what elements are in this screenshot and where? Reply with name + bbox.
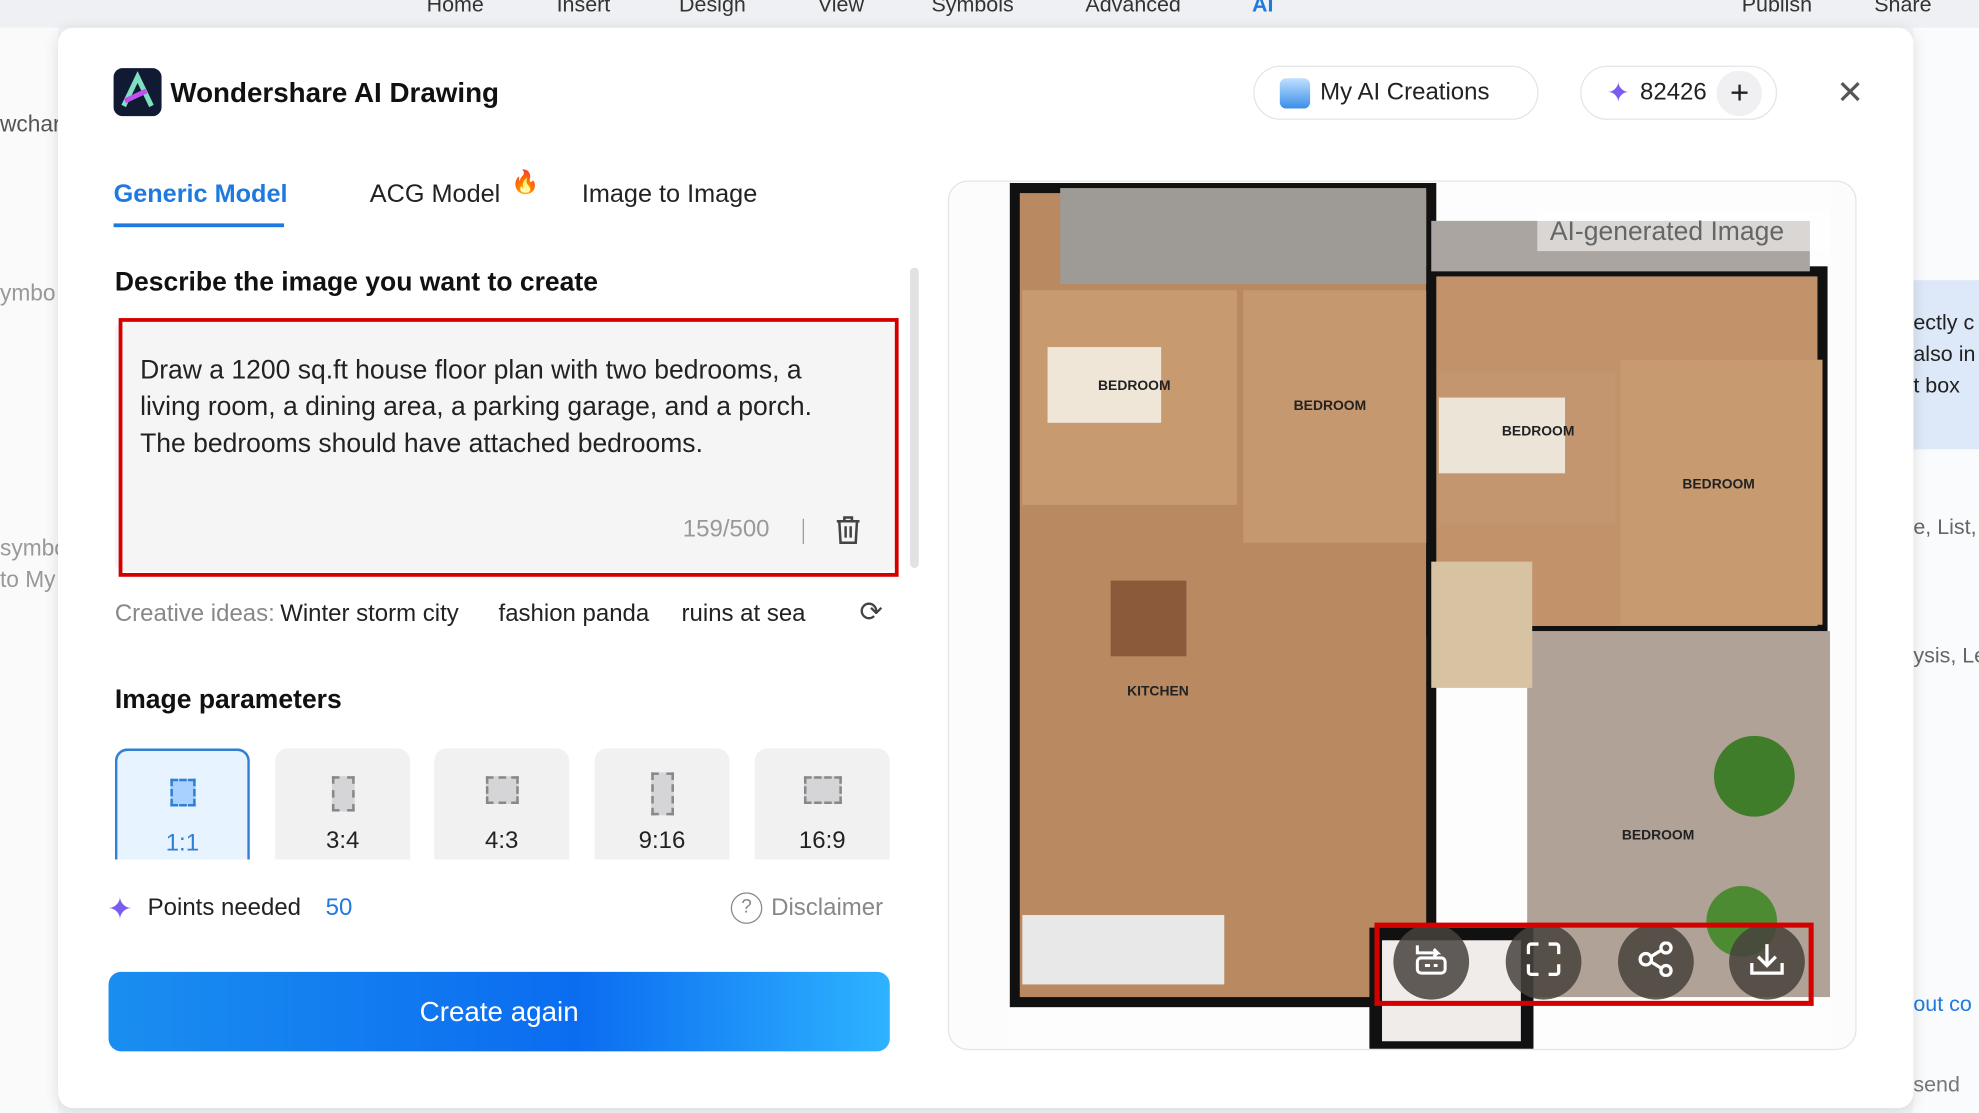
room-label: BEDROOM <box>1502 422 1574 438</box>
gallery-icon <box>1279 77 1311 108</box>
highlight-box <box>118 318 899 577</box>
create-again-button[interactable]: Create again <box>108 971 890 1052</box>
room-label: BEDROOM <box>1098 377 1170 393</box>
menu-ai[interactable]: AI <box>1252 0 1273 18</box>
ratio-3-4[interactable]: 3:4 <box>275 748 411 860</box>
active-tab-indicator <box>113 223 284 228</box>
creative-ideas-label: Creative ideas: <box>114 600 275 628</box>
tab-image-to-image[interactable]: Image to Image <box>582 180 757 209</box>
bg-text: t box <box>1913 373 1960 398</box>
ratio-16-9[interactable]: 16:9 <box>754 748 890 860</box>
sparkle-icon: ✦ <box>1606 76 1630 108</box>
room-label: BEDROOM <box>1622 826 1694 842</box>
dialog-title: Wondershare AI Drawing <box>170 76 500 109</box>
room-label: BEDROOM <box>1682 475 1754 491</box>
app-logo <box>113 68 162 117</box>
sparkle-icon: ✦ <box>107 892 133 927</box>
points-needed-label: Points needed <box>147 894 302 922</box>
bg-text: wchar <box>0 111 61 137</box>
bg-text: ymbo <box>0 280 56 306</box>
ratio-9-16[interactable]: 9:16 <box>594 748 730 860</box>
ratio-label: 1:1 <box>165 830 200 857</box>
points-value: 82426 <box>1640 78 1707 106</box>
bg-text: also in <box>1913 342 1976 367</box>
ratio-label: 4:3 <box>485 827 519 855</box>
bg-text: ectly c <box>1913 310 1975 335</box>
generated-floor-plan-image[interactable]: BEDROOM BEDROOM BEDROOM BEDROOM KITCHEN … <box>1009 183 1831 1049</box>
bg-text: symbo <box>0 535 67 561</box>
menu-advanced[interactable]: Advanced <box>1085 0 1180 18</box>
menu-home[interactable]: Home <box>427 0 484 18</box>
room-label: BEDROOM <box>1294 397 1366 413</box>
ratio-label: 3:4 <box>325 827 360 855</box>
bg-text: send <box>1913 1072 1960 1097</box>
my-ai-creations-label: My AI Creations <box>1320 78 1490 106</box>
bg-text: ysis, Lea <box>1913 643 1979 668</box>
scrollbar[interactable] <box>909 267 919 568</box>
publish-button[interactable]: Publish <box>1742 0 1812 18</box>
tab-acg-model[interactable]: ACG Model <box>370 180 500 209</box>
highlight-box <box>1374 922 1814 1006</box>
disclaimer-link[interactable]: Disclaimer <box>771 895 883 923</box>
close-icon[interactable]: ✕ <box>1836 73 1864 112</box>
background-right-panel <box>1913 27 1979 1113</box>
my-ai-creations-button[interactable]: My AI Creations <box>1253 65 1539 120</box>
ratio-4-3[interactable]: 4:3 <box>434 748 570 860</box>
ratio-1-1[interactable]: 1:1 <box>114 748 250 860</box>
watermark: AI-generated Image <box>1550 216 1784 246</box>
points-needed-value: 50 <box>325 894 353 922</box>
menu-view[interactable]: View <box>818 0 864 18</box>
add-points-button[interactable]: + <box>1716 70 1763 116</box>
ratio-label: 16:9 <box>798 827 846 855</box>
room-label: KITCHEN <box>1127 682 1189 698</box>
background-left-panel: wchar ymbo symbo to My <box>0 27 67 1113</box>
menu-symbols[interactable]: Symbols <box>931 0 1013 18</box>
points-balance: ✦ 82426 + <box>1580 65 1778 120</box>
create-again-label: Create again <box>419 995 579 1027</box>
idea-chip[interactable]: ruins at sea <box>682 601 806 629</box>
ratio-label: 9:16 <box>638 827 686 855</box>
menu-insert[interactable]: Insert <box>557 0 611 18</box>
help-icon[interactable]: ? <box>730 892 763 924</box>
bg-text: to My <box>0 566 56 592</box>
idea-chip[interactable]: Winter storm city <box>280 601 459 629</box>
prompt-heading: Describe the image you want to create <box>114 267 598 297</box>
hot-flame-icon: 🔥 <box>511 169 540 195</box>
idea-chip[interactable]: fashion panda <box>499 601 650 629</box>
share-button[interactable]: Share <box>1874 0 1931 18</box>
params-heading: Image parameters <box>114 685 342 715</box>
bg-text: out co <box>1913 992 1972 1017</box>
tab-generic-model[interactable]: Generic Model <box>114 180 288 209</box>
menu-design[interactable]: Design <box>679 0 746 18</box>
bg-text: e, List, <box>1913 514 1977 539</box>
top-menu-bar: Home Insert Design View Symbols Advanced… <box>0 0 1979 28</box>
refresh-icon[interactable]: ⟳ <box>860 596 883 629</box>
